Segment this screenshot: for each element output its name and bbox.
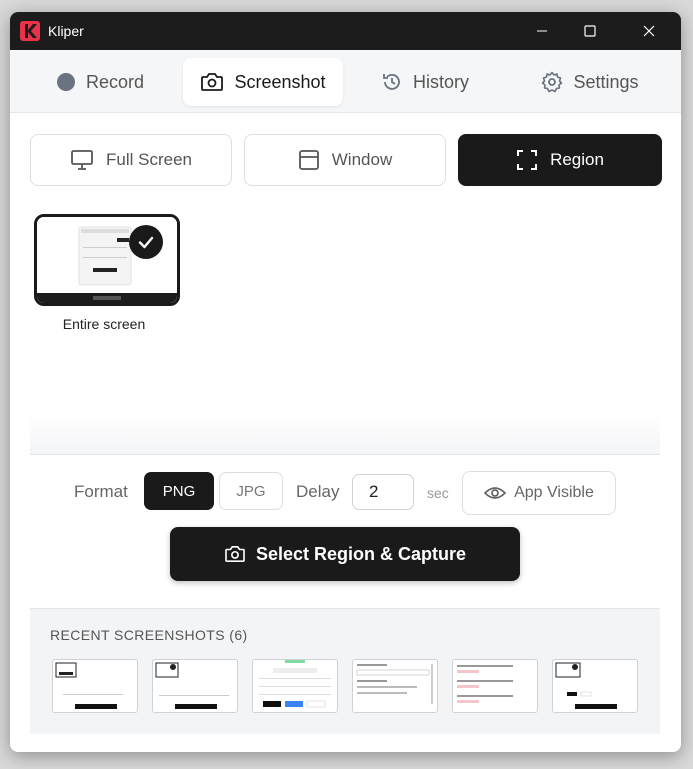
screen-thumbnail-entire-screen[interactable] [34,214,180,306]
minimize-icon [537,30,547,32]
camera-icon [201,73,224,91]
monitor-icon [71,150,93,170]
tab-history[interactable]: History [370,58,480,106]
app-window: Kliper Record Screenshot History Setting… [10,12,681,752]
tab-record[interactable]: Record [40,58,160,106]
app-title: Kliper [48,23,84,39]
eye-icon [484,487,507,499]
recent-screenshots-panel: RECENT SCREENSHOTS (6) [30,608,660,734]
recent-screenshot-thumbnail[interactable] [252,659,338,713]
capture-options: Format PNG JPG Delay sec App Visible [10,471,681,516]
close-icon [643,25,655,37]
screen-thumbnail-label: Entire screen [62,316,146,332]
recent-screenshots-title: RECENT SCREENSHOTS (6) [50,627,248,643]
kliper-logo-icon [20,21,40,41]
window-icon [298,150,319,170]
format-jpg-button[interactable]: JPG [219,472,283,510]
minimize-button[interactable] [519,12,565,50]
tab-settings[interactable]: Settings [530,58,650,106]
history-icon [383,74,400,90]
mode-window-label: Window [331,150,393,169]
select-region-capture-button[interactable]: Select Region & Capture [170,527,520,581]
mode-full-screen-label: Full Screen [106,150,192,169]
app-visible-label: App Visible [514,484,594,501]
mode-full-screen-button[interactable]: Full Screen [30,134,232,186]
close-button[interactable] [626,12,672,50]
camera-icon [225,545,245,563]
main-tabs: Record Screenshot History Settings [10,50,681,113]
recent-screenshot-thumbnail[interactable] [352,659,438,713]
recent-screenshot-thumbnail[interactable] [552,659,638,713]
delay-input[interactable] [352,474,414,510]
mode-region-button[interactable]: Region [458,134,662,186]
mode-region-label: Region [550,150,604,169]
maximize-button[interactable] [567,12,613,50]
tab-screenshot-label: Screenshot [234,71,326,92]
tab-record-label: Record [85,71,145,92]
capture-mode-selector: Full Screen Window Region [30,134,662,186]
mode-window-button[interactable]: Window [244,134,446,186]
tab-screenshot[interactable]: Screenshot [183,58,343,106]
selected-checkmark-icon [129,225,163,259]
recent-screenshot-thumbnail[interactable] [152,659,238,713]
recent-screenshot-thumbnail[interactable] [452,659,538,713]
gallery-fade [30,412,660,454]
capture-button-label: Select Region & Capture [255,543,467,564]
maximize-icon [584,25,596,37]
app-visible-toggle[interactable]: App Visible [462,471,616,515]
section-divider [30,454,660,455]
delay-label: Delay [296,482,340,501]
tab-history-label: History [412,71,469,92]
tab-settings-label: Settings [573,71,639,92]
title-bar: Kliper [10,12,681,50]
delay-unit: sec [427,485,449,501]
format-png-button[interactable]: PNG [144,472,214,510]
record-dot-icon [56,73,75,91]
region-icon [517,150,538,170]
format-label: Format [74,482,128,501]
gear-icon [542,71,563,93]
recent-screenshot-thumbnail[interactable] [52,659,138,713]
